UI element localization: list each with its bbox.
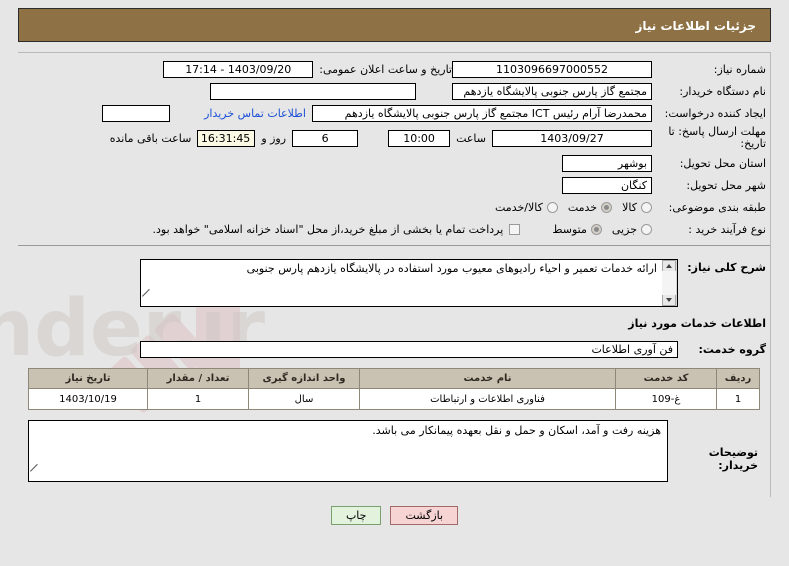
resize-grip-icon[interactable]: [142, 296, 151, 305]
radio-process-jozei[interactable]: [641, 223, 652, 235]
remaining-suffix-label: ساعت باقی مانده: [109, 131, 192, 145]
process-type-label: نوع فرآیند خرید :: [688, 222, 766, 236]
buyer-notes-label: توضیحات خریدار:: [708, 446, 758, 472]
buyer-notes-row: توضیحات خریدار: هزینه رفت و آمد، اسکان و…: [18, 418, 770, 490]
row-service-group: گروه خدمت: فن آوری اطلاعات: [18, 340, 770, 358]
chevron-down-icon: [666, 298, 672, 302]
page-root: جزئیات اطلاعات نیاز شماره نیاز: 11030966…: [0, 0, 789, 566]
table-row: 1 غ-109 فناوری اطلاعات و ارتباطات سال 1 …: [28, 388, 760, 410]
buyer-contact-link[interactable]: اطلاعات تماس خریدار: [204, 107, 306, 120]
description-text: ارائه خدمات تعمیر و احیاء رادیوهای معیوب…: [246, 262, 657, 275]
treasury-note: پرداخت تمام یا بخشی از مبلغ خرید،از محل …: [152, 222, 504, 236]
service-group-label: گروه خدمت:: [698, 342, 766, 356]
requester-field: محمدرضا آرام رئیس ICT مجتمع گاز پارس جنو…: [312, 104, 652, 122]
scroll-down-button[interactable]: [662, 295, 676, 306]
services-heading: اطلاعات خدمات مورد نیاز: [628, 317, 766, 330]
back-button[interactable]: بازگشت: [390, 506, 459, 525]
need-number-label: شماره نیاز:: [713, 62, 766, 76]
scroll-track[interactable]: [662, 271, 676, 295]
row-requester: ایجاد کننده درخواست: محمدرضا آرام رئیس I…: [18, 104, 770, 122]
city-label: شهر محل تحویل:: [686, 178, 766, 192]
cell-need-date: 1403/10/19: [28, 388, 148, 410]
cell-quantity: 1: [147, 388, 249, 410]
deadline-hour-field: 10:00: [388, 129, 451, 147]
row-category: طبقه بندی موضوعی: کالا خدمت کالا/خدمت: [18, 198, 770, 216]
page-title: جزئیات اطلاعات نیاز: [18, 8, 771, 42]
col-unit: واحد اندازه گیری: [248, 368, 360, 389]
row-deadline: مهلت ارسال پاسخ: تا تاریخ: 1403/09/27 سا…: [18, 126, 770, 150]
radio-process-motevaset-label: متوسط: [552, 222, 587, 236]
remaining-time-field: 16:31:45: [197, 129, 256, 147]
announce-date-field: 1403/09/20 - 17:14: [163, 60, 314, 78]
requester-extra-field: [102, 104, 170, 122]
announce-date-label: تاریخ و ساعت اعلان عمومی:: [319, 62, 452, 76]
print-button[interactable]: چاپ: [330, 506, 382, 525]
items-table-wrap: ردیف کد خدمت نام خدمت واحد اندازه گیری ت…: [18, 362, 770, 418]
row-process-type: نوع فرآیند خرید : جزیی متوسط پرداخت تمام…: [18, 220, 770, 238]
province-field: بوشهر: [562, 154, 652, 172]
radio-category-kala-label: کالا: [622, 200, 637, 214]
deadline-label: مهلت ارسال پاسخ: تا تاریخ:: [668, 125, 766, 150]
items-table: ردیف کد خدمت نام خدمت واحد اندازه گیری ت…: [28, 368, 760, 410]
cell-radif: 1: [716, 388, 760, 410]
radio-category-kala-khedmat[interactable]: [546, 201, 558, 213]
description-row: شرح کلی نیاز: ارائه خدمات تعمیر و احیاء …: [18, 253, 770, 311]
radio-category-kala-khedmat-label: کالا/خدمت: [495, 200, 543, 214]
cell-unit: سال: [248, 388, 360, 410]
description-scrollbar[interactable]: [662, 260, 677, 306]
col-need-date: تاریخ نیاز: [28, 368, 148, 389]
cell-service-code: غ-109: [615, 388, 717, 410]
row-need-number: شماره نیاز: 1103096697000552 تاریخ و ساع…: [18, 60, 770, 78]
col-radif: ردیف: [716, 368, 760, 389]
col-quantity: تعداد / مقدار: [147, 368, 249, 389]
table-header-row: ردیف کد خدمت نام خدمت واحد اندازه گیری ت…: [28, 368, 760, 389]
description-textarea[interactable]: ارائه خدمات تعمیر و احیاء رادیوهای معیوب…: [140, 259, 678, 307]
buyer-org-field: مجتمع گاز پارس جنوبی پالایشگاه یازدهم: [452, 82, 652, 100]
header-region: جزئیات اطلاعات نیاز: [0, 0, 789, 42]
remaining-days-field: 6: [292, 129, 359, 147]
buyer-org-label: نام دستگاه خریدار:: [679, 84, 766, 98]
row-city: شهر محل تحویل: کنگان: [18, 176, 770, 194]
scroll-up-button[interactable]: [662, 260, 676, 271]
deadline-date-field: 1403/09/27: [492, 129, 652, 147]
chevron-up-icon: [666, 264, 672, 268]
radio-category-khedmat[interactable]: [601, 201, 613, 213]
general-info-section: شماره نیاز: 1103096697000552 تاریخ و ساع…: [18, 53, 770, 246]
cell-service-name: فناوری اطلاعات و ارتباطات: [359, 388, 616, 410]
radio-category-khedmat-label: خدمت: [567, 200, 598, 214]
province-label: استان محل تحویل:: [679, 156, 766, 170]
buyer-notes-textarea[interactable]: هزینه رفت و آمد، اسکان و حمل و نقل بعهده…: [28, 420, 668, 482]
row-province: استان محل تحویل: بوشهر: [18, 154, 770, 172]
footer-actions: بازگشت چاپ: [0, 497, 789, 525]
need-description-section: شرح کلی نیاز: ارائه خدمات تعمیر و احیاء …: [18, 246, 770, 497]
description-label: شرح کلی نیاز:: [687, 261, 766, 274]
radio-process-jozei-label: جزیی: [611, 222, 637, 236]
details-panel: شماره نیاز: 1103096697000552 تاریخ و ساع…: [18, 52, 771, 497]
requester-label: ایجاد کننده درخواست:: [664, 106, 766, 120]
deadline-hour-label: ساعت: [456, 131, 486, 145]
category-label: طبقه بندی موضوعی:: [668, 200, 766, 214]
remaining-days-label: روز و: [261, 131, 287, 145]
buyer-notes-text: هزینه رفت و آمد، اسکان و حمل و نقل بعهده…: [372, 424, 661, 437]
col-service-name: نام خدمت: [359, 368, 616, 389]
need-number-field: 1103096697000552: [452, 60, 652, 78]
radio-category-kala[interactable]: [641, 201, 652, 213]
row-buyer-org: نام دستگاه خریدار: مجتمع گاز پارس جنوبی …: [18, 82, 770, 100]
buyer-org-secondary-field: [210, 82, 416, 100]
notes-resize-grip-icon[interactable]: [30, 471, 39, 480]
col-service-code: کد خدمت: [615, 368, 717, 389]
city-field: کنگان: [562, 176, 652, 194]
radio-process-motevaset[interactable]: [590, 223, 602, 235]
service-group-field: فن آوری اطلاعات: [140, 340, 678, 358]
treasury-checkbox[interactable]: [509, 223, 521, 235]
